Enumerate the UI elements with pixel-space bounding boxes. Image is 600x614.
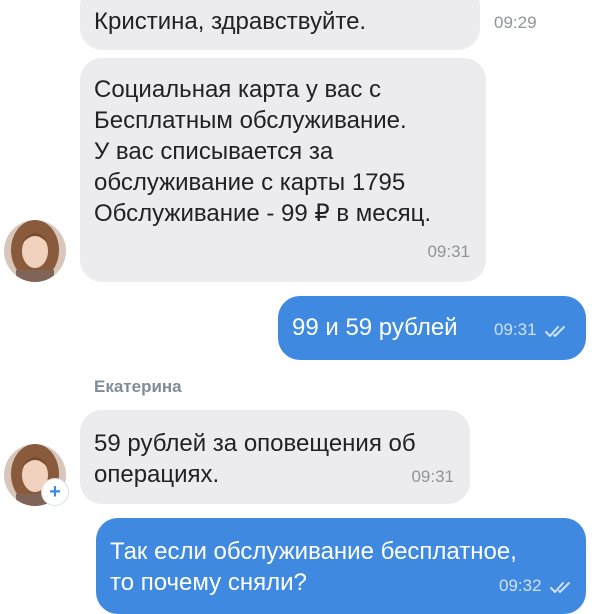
message-time: 09:31 — [494, 320, 537, 339]
message-time: 09:32 — [499, 576, 542, 595]
avatar-image — [4, 220, 66, 282]
message-time: 09:29 — [494, 13, 537, 32]
add-badge-icon[interactable]: + — [42, 479, 68, 505]
incoming-message[interactable]: 59 рублей за оповещения об операциях. 09… — [80, 410, 470, 504]
avatar[interactable] — [4, 220, 66, 282]
message-text: Социальная карта у вас с Бесплатным обсл… — [94, 76, 432, 227]
message-text: Кристина, здравствуйте. — [94, 8, 367, 35]
message-text: 99 и 59 рублей — [292, 314, 458, 341]
double-check-icon — [550, 581, 570, 593]
outgoing-message[interactable]: 99 и 59 рублей 09:31 — [278, 296, 586, 360]
message-time: 09:31 — [411, 467, 454, 486]
message-text: Так если обслуживание бесплатное, то поч… — [110, 538, 517, 596]
double-check-icon — [545, 325, 565, 337]
sender-name: Екатерина — [94, 377, 182, 396]
message-status: 09:31 — [494, 320, 567, 340]
message-text: 59 рублей за оповещения об операциях. — [94, 430, 416, 488]
incoming-message[interactable]: Социальная карта у вас с Бесплатным обсл… — [80, 58, 486, 282]
message-time: 09:31 — [427, 242, 470, 261]
incoming-message[interactable]: Кристина, здравствуйте. 09:29 — [80, 0, 537, 50]
message-status: 09:32 — [499, 576, 572, 596]
outgoing-message[interactable]: Так если обслуживание бесплатное, то поч… — [96, 518, 586, 614]
